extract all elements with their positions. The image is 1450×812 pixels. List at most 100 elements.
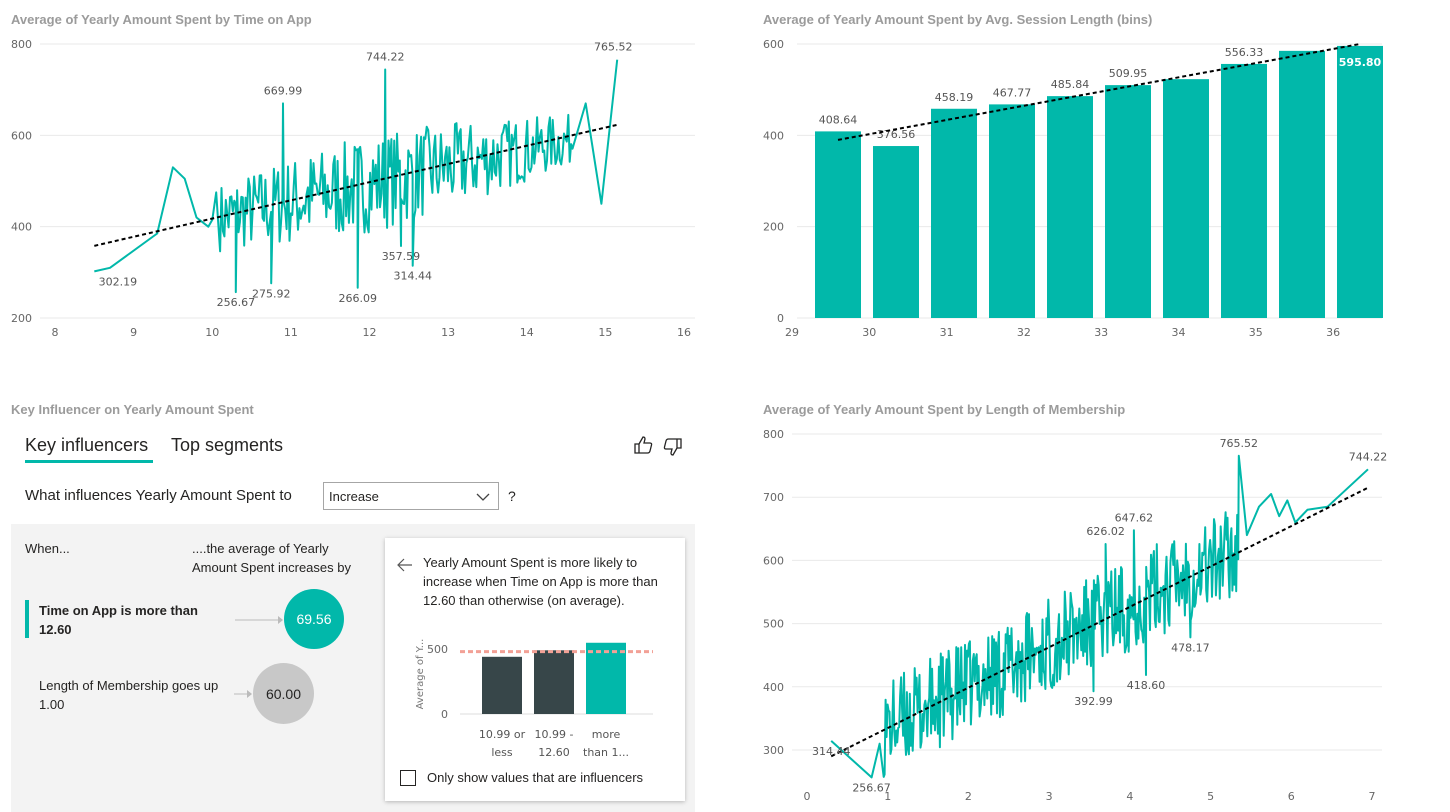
x-tick-label: 8 bbox=[52, 326, 59, 339]
series-line bbox=[94, 59, 619, 294]
y-tick-label: 200 bbox=[11, 312, 32, 325]
x-tick-label: 10.99 or less bbox=[479, 728, 526, 759]
bar bbox=[1221, 63, 1267, 319]
data-label: 314.44 bbox=[393, 270, 432, 283]
x-tick-label: 32 bbox=[1017, 326, 1031, 339]
thumbs-down-icon[interactable] bbox=[661, 436, 683, 458]
arrow-connector bbox=[234, 690, 252, 698]
bar bbox=[1163, 79, 1209, 318]
tab-key-influencers-underline bbox=[25, 460, 153, 463]
x-tick-label: 6 bbox=[1288, 790, 1295, 803]
bar bbox=[534, 650, 574, 714]
data-label: 647.62 bbox=[1115, 511, 1154, 524]
data-label: 467.77 bbox=[993, 86, 1032, 99]
influencer-label[interactable]: Time on App is more than 12.60 bbox=[39, 601, 214, 639]
y-tick-label: 300 bbox=[763, 744, 784, 757]
influencer-selected-marker bbox=[25, 600, 29, 638]
x-tick-label: 4 bbox=[1126, 790, 1133, 803]
detail-description: Yearly Amount Spent is more likely to in… bbox=[423, 555, 658, 608]
thumbs-up-icon[interactable] bbox=[633, 434, 655, 456]
data-label: 509.95 bbox=[1109, 67, 1148, 80]
data-label: 357.59 bbox=[382, 250, 421, 263]
influencer-only-checkbox[interactable] bbox=[400, 770, 416, 786]
x-tick-label: 16 bbox=[677, 326, 691, 339]
dropdown-value: Increase bbox=[329, 489, 379, 504]
x-tick-label: 29 bbox=[785, 326, 799, 339]
x-tick-label: 9 bbox=[130, 326, 137, 339]
data-label: 765.52 bbox=[1220, 437, 1259, 450]
x-tick-label: 33 bbox=[1094, 326, 1108, 339]
detail-bar-chart: Average of Y... 0 500 10.99 or less 10.99 -12… bbox=[415, 639, 653, 759]
col-when-header: When... bbox=[25, 541, 70, 556]
data-label: 266.09 bbox=[338, 292, 377, 305]
data-label: 256.67 bbox=[217, 296, 256, 309]
influencer-question: What influences Yearly Amount Spent to bbox=[25, 487, 292, 504]
bar bbox=[931, 108, 977, 318]
x-tick-label: 10.99 -12.60 bbox=[535, 728, 574, 759]
data-label: 275.92 bbox=[252, 287, 291, 300]
chart-session-length: Average of Yearly Amount Spent by Avg. S… bbox=[752, 0, 1450, 360]
data-label: 256.67 bbox=[852, 781, 891, 794]
x-tick-label: 13 bbox=[441, 326, 455, 339]
data-label: 744.22 bbox=[1349, 450, 1388, 463]
bar bbox=[1047, 96, 1093, 319]
y-tick-label: 500 bbox=[427, 643, 448, 656]
x-tick-label: 35 bbox=[1249, 326, 1263, 339]
data-label: 418.60 bbox=[1127, 679, 1166, 692]
x-tick-label: 30 bbox=[862, 326, 876, 339]
data-label: 458.19 bbox=[935, 91, 974, 104]
influencer-detail-card: Yearly Amount Spent is more likely to in… bbox=[385, 538, 685, 801]
y-tick-label: 600 bbox=[763, 38, 784, 51]
y-tick-label: 800 bbox=[763, 428, 784, 441]
influencer-label[interactable]: Length of Membership goes up 1.00 bbox=[39, 676, 224, 714]
bar bbox=[482, 656, 522, 714]
bar bbox=[989, 104, 1035, 318]
y-tick-label: 0 bbox=[777, 312, 784, 325]
x-tick-label: 0 bbox=[804, 790, 811, 803]
x-tick-label: 11 bbox=[284, 326, 298, 339]
line-chart-membership: 3004005006007008000 1 2 3 4 5 6 7314.44256.6739… bbox=[763, 428, 1388, 803]
chevron-down-icon bbox=[476, 493, 490, 501]
data-label: 392.99 bbox=[1074, 695, 1113, 708]
data-label: 744.22 bbox=[366, 50, 405, 63]
influence-bubble[interactable]: 69.56 bbox=[284, 589, 344, 649]
chart-time-on-app: Average of Yearly Amount Spent by Time o… bbox=[0, 0, 700, 360]
y-tick-label: 700 bbox=[763, 491, 784, 504]
data-label: 595.80 bbox=[1339, 56, 1382, 69]
data-label: 302.19 bbox=[99, 275, 138, 288]
data-label: 626.02 bbox=[1086, 525, 1125, 538]
x-tick-label: 15 bbox=[598, 326, 612, 339]
tab-key-influencers[interactable]: Key influencers bbox=[25, 435, 148, 456]
x-tick-label: 10 bbox=[205, 326, 219, 339]
data-label: 478.17 bbox=[1171, 641, 1210, 654]
tab-top-segments[interactable]: Top segments bbox=[171, 435, 283, 456]
y-tick-label: 0 bbox=[441, 708, 448, 721]
bar bbox=[1337, 45, 1383, 318]
y-axis-title: Average of Y... bbox=[415, 639, 426, 710]
bar bbox=[815, 131, 861, 318]
x-tick-label: 36 bbox=[1326, 326, 1340, 339]
y-tick-label: 400 bbox=[763, 681, 784, 694]
checkbox-label[interactable]: Only show values that are influencers bbox=[427, 768, 643, 787]
x-tick-label: 14 bbox=[520, 326, 534, 339]
data-label: 669.99 bbox=[264, 84, 303, 97]
x-tick-label: 34 bbox=[1172, 326, 1186, 339]
x-tick-label: 31 bbox=[940, 326, 954, 339]
y-tick-label: 600 bbox=[763, 554, 784, 567]
influence-direction-dropdown[interactable]: Increase bbox=[323, 482, 499, 510]
influence-bubble[interactable]: 60.00 bbox=[253, 663, 314, 724]
key-influencer-title: Key Influencer on Yearly Amount Spent bbox=[11, 402, 254, 417]
y-tick-label: 200 bbox=[763, 221, 784, 234]
x-tick-label: 3 bbox=[1046, 790, 1053, 803]
x-tick-label: 12 bbox=[363, 326, 377, 339]
arrow-connector bbox=[235, 616, 283, 624]
question-mark: ? bbox=[508, 488, 516, 504]
y-tick-label: 400 bbox=[11, 221, 32, 234]
y-tick-label: 800 bbox=[11, 38, 32, 51]
x-tick-label: 2 bbox=[965, 790, 972, 803]
bar bbox=[1279, 50, 1325, 318]
x-tick-label: more than 1... bbox=[583, 728, 629, 759]
data-label: 556.33 bbox=[1225, 46, 1264, 59]
bar bbox=[586, 642, 626, 714]
back-arrow-icon[interactable] bbox=[397, 558, 413, 572]
